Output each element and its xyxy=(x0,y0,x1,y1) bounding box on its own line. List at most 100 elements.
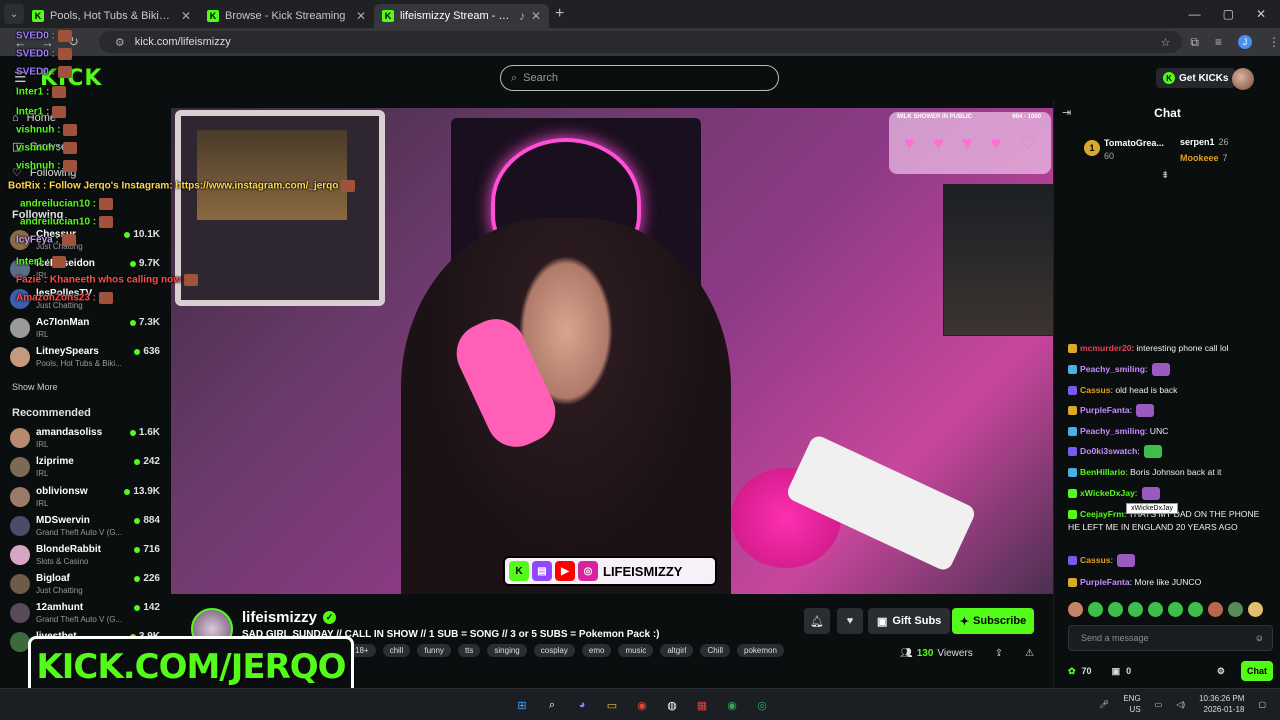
leaderboard-entry[interactable]: serpen1 26 xyxy=(1180,137,1229,147)
new-tab-icon[interactable]: + xyxy=(555,5,564,23)
emote-icon[interactable] xyxy=(1188,602,1203,617)
search-input[interactable]: ⌕ Search xyxy=(500,65,779,91)
close-window-icon[interactable]: ✕ xyxy=(1256,7,1266,21)
close-tab-icon[interactable]: ✕ xyxy=(531,9,541,23)
sidebar-channel[interactable]: LitneySpears Pools, Hot Tubs & Biki... 6… xyxy=(10,345,160,371)
profile-avatar[interactable]: J xyxy=(1238,35,1252,49)
browser-tab-active[interactable]: K lifeismizzy Stream - Watch ♪ ✕ xyxy=(374,4,549,28)
notification-bell-button[interactable]: 🔔︎ xyxy=(804,608,830,634)
follow-heart-button[interactable]: ♥ xyxy=(837,608,863,634)
tag[interactable]: funny xyxy=(417,644,451,657)
volume-icon[interactable]: ◁) xyxy=(1176,700,1185,709)
site-info-icon[interactable]: ⚙ xyxy=(115,36,125,49)
tag[interactable]: tts xyxy=(457,644,481,657)
chat-username[interactable]: mcmurder20 xyxy=(1080,343,1132,353)
file-explorer-icon[interactable]: ▭ xyxy=(602,695,622,715)
chat-username[interactable]: Peachy_smiling xyxy=(1080,426,1145,436)
leaderboard-entry[interactable]: TomatoGrea... xyxy=(1104,138,1164,148)
emote-icon[interactable] xyxy=(1068,602,1083,617)
language-indicator[interactable]: ENG US xyxy=(1123,693,1140,715)
chrome-active-icon[interactable]: ◉ xyxy=(722,695,742,715)
get-kicks-button[interactable]: K Get KICKs xyxy=(1156,68,1236,88)
channel-category: Just Chatting xyxy=(36,586,83,595)
chat-username[interactable]: xWickeDxJay xyxy=(1080,488,1135,498)
tag[interactable]: emo xyxy=(581,644,612,657)
emote-icon[interactable] xyxy=(1088,602,1103,617)
chat-username[interactable]: Cassus xyxy=(1080,385,1111,395)
chrome-icon[interactable]: ◉ xyxy=(632,695,652,715)
chat-username[interactable]: Cassus xyxy=(1080,555,1111,565)
sidebar-channel[interactable]: lziprime IRL 242 xyxy=(10,455,160,481)
tab-search-chevron-icon[interactable]: ⌄ xyxy=(4,4,24,24)
emote-icon[interactable] xyxy=(1248,602,1263,617)
emote-icon[interactable] xyxy=(1168,602,1183,617)
show-more-link[interactable]: Show More xyxy=(12,382,58,392)
microphone-icon[interactable]: 🎤︎ xyxy=(1099,700,1109,709)
close-tab-icon[interactable]: ✕ xyxy=(356,9,366,23)
obs-icon[interactable]: ◍ xyxy=(662,695,682,715)
sidebar-channel[interactable]: Ac7IonMan IRL 7.3K xyxy=(10,316,160,342)
chat-username[interactable]: Peachy_smiling xyxy=(1080,364,1145,374)
discord-icon[interactable]: ◕ xyxy=(572,695,592,715)
user-avatar[interactable] xyxy=(1232,68,1254,90)
browser-tab[interactable]: K Pools, Hot Tubs & Bikinis Strea ✕ xyxy=(24,4,199,28)
tag[interactable]: cosplay xyxy=(533,644,575,657)
streamer-name[interactable]: lifeismizzy xyxy=(242,609,317,626)
speaker-icon[interactable]: ♪ xyxy=(519,9,525,23)
clock[interactable]: 10:36:26 PM 2026-01-18 xyxy=(1199,693,1244,715)
date-text: 2026-01-18 xyxy=(1203,705,1245,714)
minimize-icon[interactable]: — xyxy=(1189,7,1201,21)
search-icon[interactable]: ⌕ xyxy=(542,695,562,715)
gift-subs-button[interactable]: ▣ Gift Subs xyxy=(868,608,951,634)
emote-icon[interactable] xyxy=(1108,602,1123,617)
emote-icon[interactable] xyxy=(1148,602,1163,617)
chat-username[interactable]: PurpleFanta xyxy=(1080,577,1130,587)
emote-icon xyxy=(52,86,67,98)
leaderboard-entry[interactable]: Mookeee 7 xyxy=(1180,153,1228,163)
notification-icon[interactable]: ▢ xyxy=(1258,700,1266,709)
report-icon[interactable]: ⚠ xyxy=(1025,648,1034,659)
chat-message: Do0ki3swatch: xyxy=(1068,445,1273,459)
emote-icon[interactable] xyxy=(1208,602,1223,617)
emoji-picker-icon[interactable]: ☺ xyxy=(1255,633,1264,643)
emote-icon[interactable] xyxy=(1228,602,1243,617)
send-chat-button[interactable]: Chat xyxy=(1241,661,1273,681)
sidebar-channel[interactable]: MDSwervin Grand Theft Auto V (G... 884 xyxy=(10,514,160,540)
tag[interactable]: chill xyxy=(382,644,411,657)
avatar xyxy=(10,487,30,507)
tag[interactable]: pokemon xyxy=(737,644,784,657)
sidebar-channel[interactable]: amandasoliss IRL 1.6K xyxy=(10,426,160,452)
subscribe-button[interactable]: ✦ Subscribe xyxy=(952,608,1034,634)
chat-username[interactable]: BenHillario xyxy=(1080,467,1125,477)
extensions-icon[interactable]: ⧉ xyxy=(1190,35,1199,50)
spotify-icon[interactable]: ◎ xyxy=(752,695,772,715)
url-field[interactable]: ⚙ kick.com/lifeismizzy ☆ xyxy=(98,31,1183,53)
windows-start-icon[interactable]: ⊞ xyxy=(512,695,532,715)
bookmark-star-icon[interactable]: ☆ xyxy=(1161,36,1171,49)
share-icon[interactable]: ⇪ xyxy=(995,648,1003,659)
chat-username[interactable]: Do0ki3swatch xyxy=(1080,446,1137,456)
chat-input[interactable]: Send a message ☺ xyxy=(1068,625,1273,651)
tag[interactable]: music xyxy=(618,644,654,657)
viewers-label: Viewers xyxy=(937,648,973,659)
sidebar-channel[interactable]: BlondeRabbit Slots & Casino 716 xyxy=(10,543,160,569)
network-icon[interactable]: ▭ xyxy=(1155,700,1163,709)
app-icon[interactable]: ▦ xyxy=(692,695,712,715)
sidebar-channel[interactable]: Bigloaf Just Chatting 226 xyxy=(10,572,160,598)
tag[interactable]: altgirl xyxy=(660,644,694,657)
sidebar-channel[interactable]: oblivionsw IRL 13.9K xyxy=(10,485,160,511)
chat-username[interactable]: CeejayFrm xyxy=(1080,509,1124,519)
close-tab-icon[interactable]: ✕ xyxy=(181,9,191,23)
reading-list-icon[interactable]: ≡ xyxy=(1215,35,1222,49)
menu-kebab-icon[interactable]: ⋮ xyxy=(1268,35,1280,49)
gift-icon[interactable]: ▣ xyxy=(1112,666,1121,677)
expand-leaderboard-icon[interactable]: ⇟ xyxy=(1161,170,1169,181)
maximize-icon[interactable]: ▢ xyxy=(1223,7,1234,21)
settings-gear-icon[interactable]: ⚙ xyxy=(1217,666,1225,677)
emote-icon[interactable] xyxy=(1128,602,1143,617)
browser-tab[interactable]: K Browse - Kick Streaming ✕ xyxy=(199,4,374,28)
tag[interactable]: singing xyxy=(487,644,527,657)
sidebar-channel[interactable]: 12amhunt Grand Theft Auto V (G... 142 xyxy=(10,601,160,627)
tag[interactable]: Chill xyxy=(700,644,731,657)
chat-username[interactable]: PurpleFanta xyxy=(1080,405,1130,415)
